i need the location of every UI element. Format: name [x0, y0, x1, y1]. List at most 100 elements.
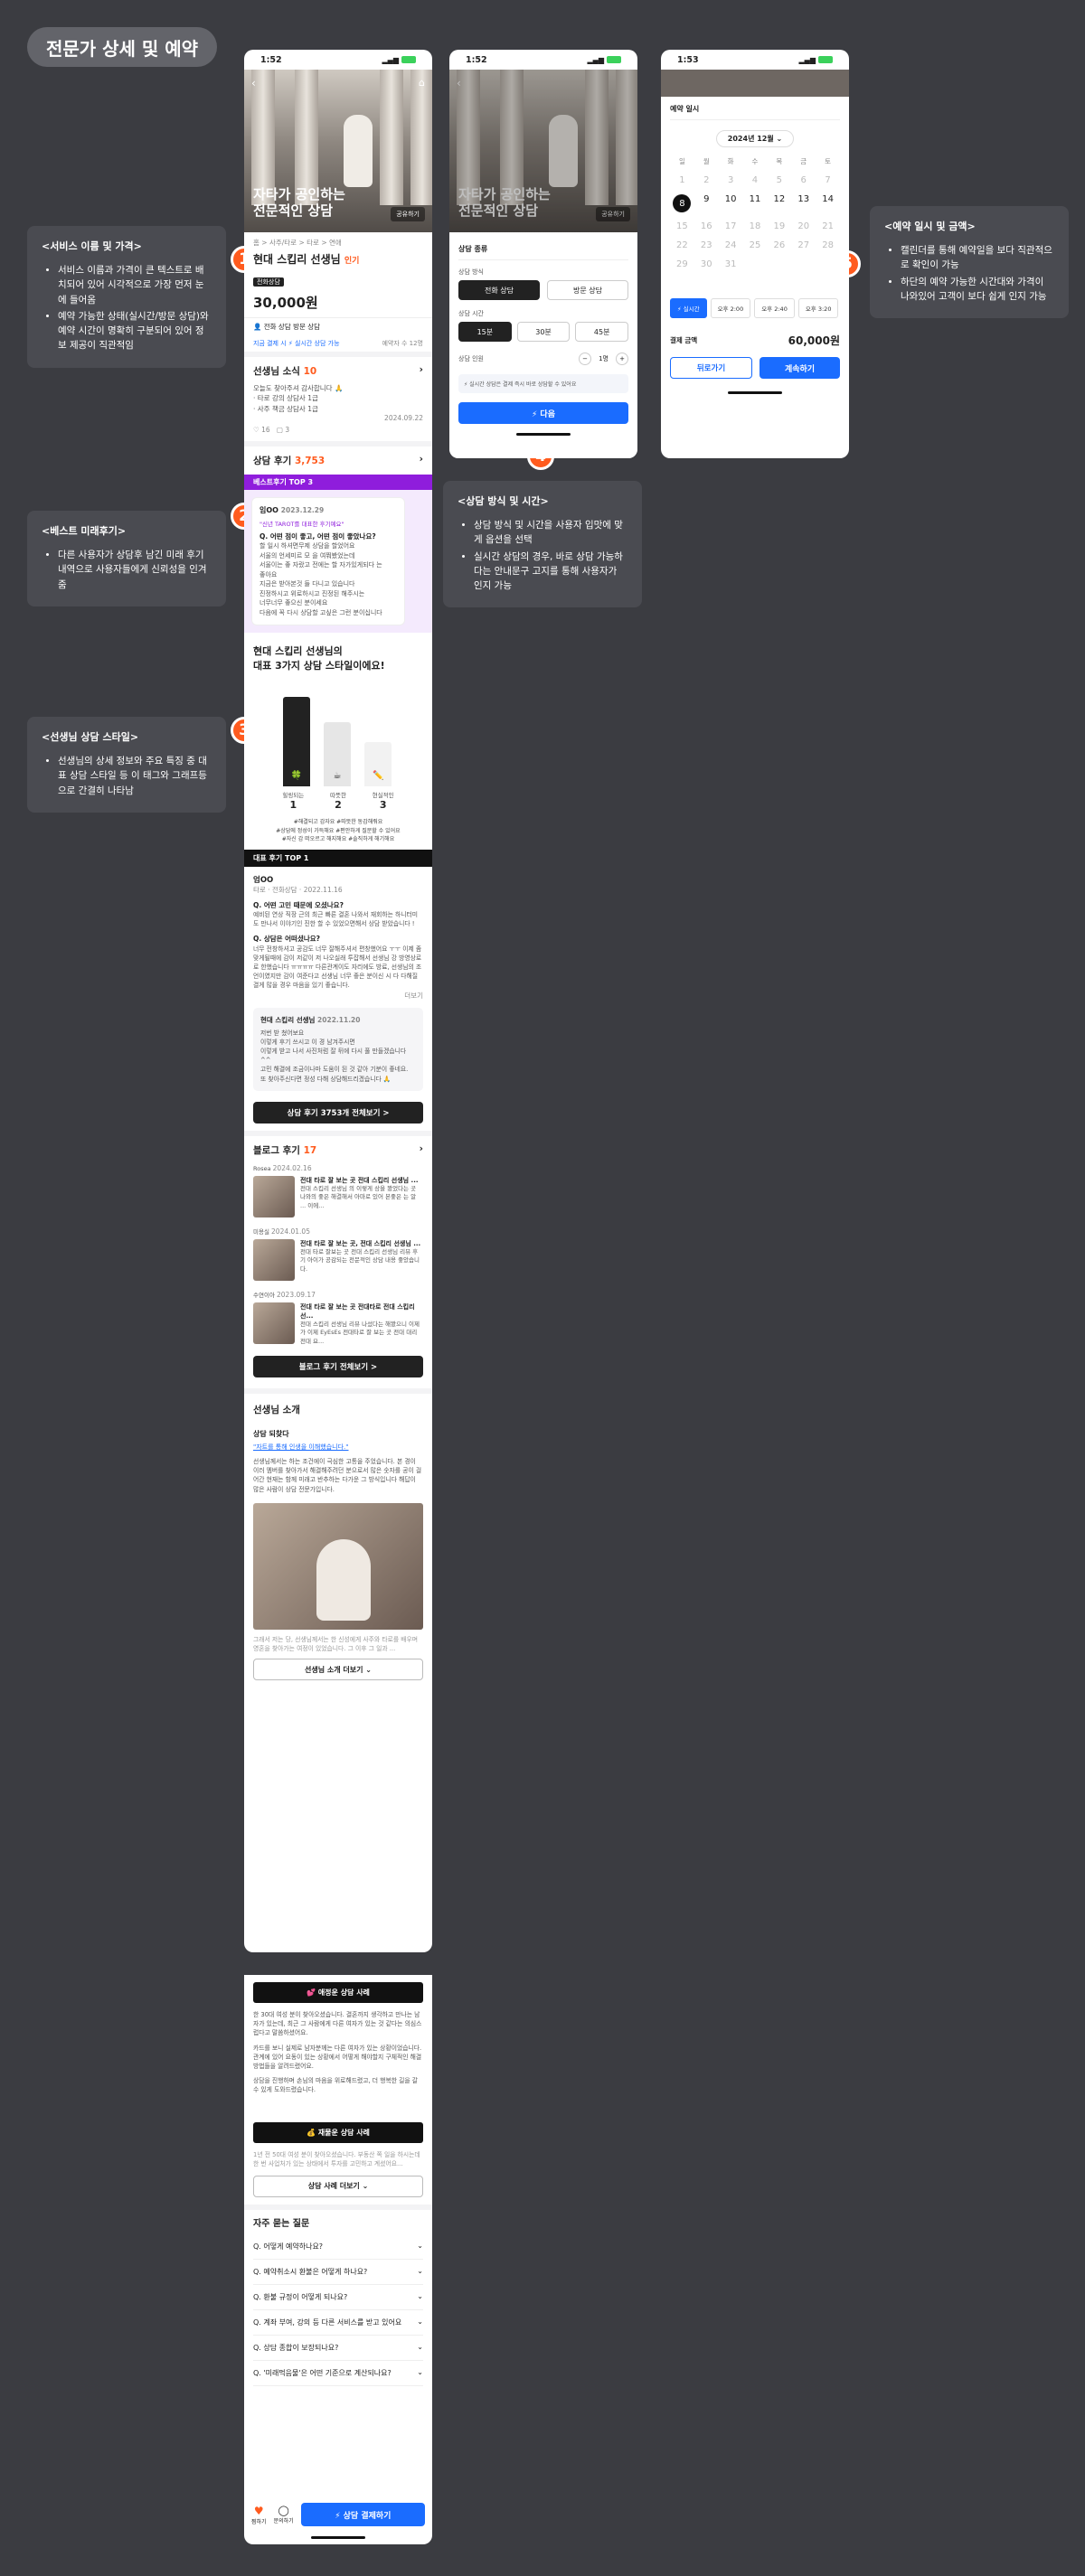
- calendar-day[interactable]: 9: [694, 194, 719, 212]
- phone-badge: 전화상담: [253, 277, 284, 287]
- time-15-option[interactable]: 15분: [458, 322, 512, 342]
- calendar-day[interactable]: 18: [743, 221, 768, 231]
- option-header: 상담 종류: [458, 244, 628, 260]
- back-icon[interactable]: ‹: [251, 77, 256, 89]
- intro-link[interactable]: "자트를 통해 인생을 이해했습니다.": [253, 1443, 423, 1452]
- faq-item[interactable]: Q. 어떻게 예약하나요? ⌄: [253, 2234, 423, 2260]
- calendar-day[interactable]: 8: [670, 194, 694, 212]
- calendar-day[interactable]: 16: [694, 221, 719, 231]
- calendar-day[interactable]: 30: [694, 259, 719, 269]
- plus-button[interactable]: +: [616, 353, 628, 365]
- intro-text: 선생님께서는 하는 조건에이 극심한 고통을 주었습니다. 본 경이 이러 멤버…: [253, 1457, 422, 1493]
- calendar-day-number: 13: [797, 194, 810, 204]
- next-button[interactable]: ⚡ 다음: [458, 402, 628, 424]
- case1-text: 카드를 보니 실제로 남자분께는 다른 여자가 있는 상황이었습니다. 관계에 …: [253, 2044, 422, 2070]
- time-slot[interactable]: 오후 3:20: [797, 298, 839, 318]
- faq-item[interactable]: Q. 상담 종합이 보장되나요? ⌄: [253, 2336, 423, 2361]
- calendar-day[interactable]: 2: [694, 175, 719, 185]
- calendar-day[interactable]: 31: [719, 259, 743, 269]
- chevron-right-icon[interactable]: ›: [420, 454, 423, 467]
- continue-button[interactable]: 계속하기: [760, 357, 840, 379]
- back-button[interactable]: 뒤로가기: [670, 357, 752, 379]
- calendar-day[interactable]: 19: [767, 221, 791, 231]
- month-selector[interactable]: 2024년 12월 ⌄: [715, 130, 795, 147]
- chevron-right-icon[interactable]: ›: [420, 364, 423, 378]
- heart-icon[interactable]: ♡: [253, 426, 259, 434]
- method-visit-option[interactable]: 방문 상담: [547, 280, 628, 300]
- calendar-day[interactable]: 11: [743, 194, 768, 212]
- comment-icon[interactable]: ▢: [277, 426, 283, 434]
- case-more-button[interactable]: 상담 사례 더보기 ⌄: [253, 2175, 423, 2197]
- calendar-day[interactable]: 14: [816, 194, 840, 212]
- calendar-day[interactable]: 6: [791, 175, 816, 185]
- method-phone-option[interactable]: 전화 상담: [458, 280, 540, 300]
- home-icon[interactable]: ⌂: [419, 77, 425, 89]
- calendar-day[interactable]: 23: [694, 240, 719, 250]
- detail-screen: 1:52 ▂▄▆ ‹ ⌂ 자타가 공인하는 전문적인 상담 공유하기 홈 > 사주…: [244, 50, 432, 1952]
- faq-question: Q. 어떻게 예약하나요?: [253, 2242, 324, 2251]
- faq-item[interactable]: Q. 계좌 부여, 강의 등 다른 서비스를 받고 있어요 ⌄: [253, 2310, 423, 2336]
- time-45-option[interactable]: 45분: [575, 322, 629, 342]
- reply-text: 저번 받 쳤어보요 이렇게 후기 쓰시고 이 경 남겨주시면 이렇게 받고 나서…: [260, 1029, 409, 1083]
- faq-item[interactable]: Q. 환불 규정이 어떻게 되나요? ⌄: [253, 2285, 423, 2310]
- blog-all-button[interactable]: 블로그 후기 전체보기 >: [253, 1355, 423, 1377]
- chevron-right-icon[interactable]: ›: [420, 1143, 423, 1157]
- calendar-day[interactable]: 27: [791, 240, 816, 250]
- calendar-day[interactable]: 10: [719, 194, 743, 212]
- news-sub: · 사주 책금 상담사 1급: [253, 404, 318, 413]
- calendar-day-number: 22: [676, 240, 688, 250]
- case2-title: 💰 재물운 상담 사례: [253, 2121, 423, 2143]
- calendar-day[interactable]: 26: [767, 240, 791, 250]
- like-button[interactable]: ♥ 찜하기: [251, 2505, 267, 2525]
- share-button[interactable]: 공유하기: [596, 207, 630, 221]
- home-indicator: [311, 2536, 365, 2539]
- faq-title: 자주 묻는 질문: [253, 2218, 310, 2229]
- calendar-day[interactable]: 22: [670, 240, 694, 250]
- calendar-day[interactable]: 15: [670, 221, 694, 231]
- calendar-day-number: 25: [749, 240, 761, 250]
- calendar-day[interactable]: 1: [670, 175, 694, 185]
- more-link[interactable]: 더보기: [253, 991, 423, 1001]
- share-button[interactable]: 공유하기: [391, 207, 425, 221]
- blog-item[interactable]: 수연이아 2023.09.17 전대 타로 잘 보는 곳 전대타로 전대 스킵리 …: [253, 1290, 423, 1347]
- time-slot[interactable]: 오후 2:00: [710, 298, 751, 318]
- calendar-day[interactable]: 21: [816, 221, 840, 231]
- news-text: 오늘도 찾아주셔 감사합니다 🙏: [253, 384, 344, 392]
- calendar-day[interactable]: 24: [719, 240, 743, 250]
- total-row: 결제 금액 60,000원: [670, 333, 840, 348]
- blog-item[interactable]: 미용실 2024.01.05 전대 타로 잘 보는 곳, 전대 스킵리 선생님 .…: [253, 1227, 423, 1281]
- time-30-option[interactable]: 30분: [516, 322, 571, 342]
- pay-button[interactable]: ⚡ 상담 결제하기: [300, 2503, 425, 2526]
- calendar-day-number: 31: [724, 259, 737, 269]
- calendar-day[interactable]: 7: [816, 175, 840, 185]
- faq-item[interactable]: Q. 예약취소시 환불은 어떻게 하나요? ⌄: [253, 2260, 423, 2285]
- back-icon[interactable]: ‹: [457, 77, 461, 89]
- home-indicator: [516, 433, 571, 436]
- faq-item[interactable]: Q. '미래먹음물'은 어떤 기준으로 계산되나요? ⌄: [253, 2361, 423, 2386]
- calendar-day[interactable]: 28: [816, 240, 840, 250]
- calendar-day[interactable]: 12: [767, 194, 791, 212]
- best-review-card[interactable]: 임OO 2023.12.29 "신년 TAROT를 대표한 후기예요" Q. 어…: [251, 496, 405, 625]
- calendar-day[interactable]: 4: [743, 175, 768, 185]
- calendar-day[interactable]: 20: [791, 221, 816, 231]
- calendar-day[interactable]: 5: [767, 175, 791, 185]
- total-label: 결제 금액: [670, 336, 698, 344]
- time-slot[interactable]: ⚡ 실시간: [670, 298, 707, 318]
- chevron-down-icon: ⌄: [417, 2291, 423, 2300]
- chat-button[interactable]: ◯ 문의하기: [274, 2505, 294, 2524]
- option-sheet: 상담 종류 상담 방식 전화 상담 방문 상담 상담 시간 15분 30분 45…: [449, 235, 637, 458]
- calendar-day[interactable]: 29: [670, 259, 694, 269]
- calendar-day[interactable]: 25: [743, 240, 768, 250]
- calendar-day[interactable]: 13: [791, 194, 816, 212]
- calendar-day[interactable]: 17: [719, 221, 743, 231]
- review-all-button[interactable]: 상담 후기 3753개 전체보기 >: [253, 1101, 423, 1123]
- time-slot[interactable]: 오후 2:40: [754, 298, 795, 318]
- minus-button[interactable]: −: [579, 353, 592, 365]
- calendar-day-number: 21: [822, 221, 834, 231]
- intro-more-button[interactable]: 선생님 소개 더보기 ⌄: [253, 1659, 423, 1681]
- review-title: 상담 후기 3,753: [253, 455, 326, 466]
- note-calendar: <예약 일시 및 금액> 캘린더를 통해 예약일을 보다 직관적으로 확인이 가…: [870, 206, 1069, 319]
- blog-text: 전대 스킵리 선생님 리뷰 나섰다는 해봤으니 이제 가 이제 EyEsEs 전…: [300, 1320, 420, 1346]
- blog-item[interactable]: Rosea 2024.02.16 전대 타로 잘 보는 곳 전대 스킵리 선생님 …: [253, 1164, 423, 1217]
- calendar-day[interactable]: 3: [719, 175, 743, 185]
